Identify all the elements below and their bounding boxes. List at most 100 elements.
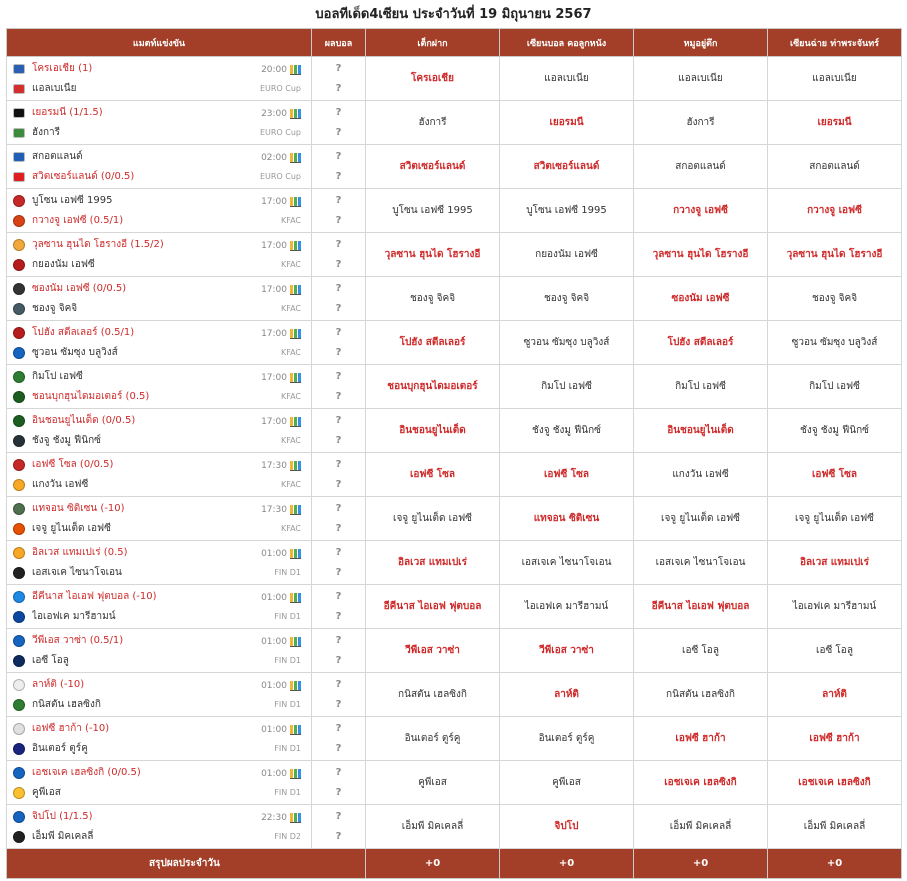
match-cell[interactable]: สกอตแลนด์ สวิตเซอร์แลนด์ (0/0.5) 02:00 E… [6, 144, 312, 189]
stats-chart-icon[interactable] [290, 549, 301, 559]
match-cell[interactable]: วุลซาน ฮุนได โฮรางอี (1.5/2) กยองนัม เอฟ… [6, 232, 312, 277]
match-cell[interactable]: อินชอนยูไนเต็ด (0/0.5) ชังจู ชังมู ฟีนิก… [6, 408, 312, 453]
stats-chart-icon[interactable] [290, 637, 301, 647]
away-team-name: กวางจู เอฟซี (0.5/1) [32, 215, 124, 226]
home-score: ? [335, 634, 342, 646]
match-cell[interactable]: ลาห์ติ (-10) กนิสตัน เฮลซิงกิ 01:00 FIN … [6, 672, 312, 717]
match-cell[interactable]: ซองนัม เอฟซี (0/0.5) ชองจู จิคจิ 17:00 K… [6, 276, 312, 321]
page-title: บอลทีเด็ด4เซียน ประจำวันที่ 19 มิถุนายน … [315, 7, 592, 22]
stats-chart-icon[interactable] [290, 725, 301, 735]
match-cell[interactable]: เยอรมนี (1/1.5) ฮังการี 23:00 EURO Cup [6, 100, 312, 145]
home-team-name: เอชเจเค เฮลซิงกิ (0/0.5) [32, 767, 141, 778]
away-team-name: กยองนัม เอฟซี [32, 259, 95, 270]
table-row[interactable]: เอฟซี โซล (0/0.5) แกงวัน เอฟซี 17:30 KFA… [6, 452, 902, 497]
stats-chart-icon[interactable] [290, 65, 301, 75]
stats-chart-icon[interactable] [290, 285, 301, 295]
tip-cell-4: ลาห์ติ [767, 672, 902, 717]
home-team-name: วุลซาน ฮุนได โฮรางอี (1.5/2) [32, 239, 164, 250]
home-score: ? [335, 326, 342, 338]
match-cell[interactable]: อีคีนาส ไอเอฟ ฟุตบอล (-10) ไอเอฟเค มารีฮ… [6, 584, 312, 629]
stats-chart-icon[interactable] [290, 461, 301, 471]
match-cell[interactable]: จิปโป (1/1.5) เอ็มพี มิคเคลลี่ 22:30 FIN… [6, 804, 312, 849]
match-cell[interactable]: เอฟซี ฮาก้า (-10) อินเตอร์ ตูร์คู 01:00 … [6, 716, 312, 761]
stats-chart-icon[interactable] [290, 241, 301, 251]
stats-chart-icon[interactable] [290, 373, 301, 383]
match-cell[interactable]: อิลเวส แทมเปเร่ (0.5) เอสเจเค ไซนาโจเอน … [6, 540, 312, 585]
match-meta: 23:00 EURO Cup [231, 105, 301, 141]
team-crest-icon [13, 766, 25, 779]
league-label: KFAC [280, 260, 301, 269]
table-row[interactable]: วุลซาน ฮุนได โฮรางอี (1.5/2) กยองนัม เอฟ… [6, 232, 902, 277]
table-row[interactable]: เอชเจเค เฮลซิงกิ (0/0.5) คูพีเอส 01:00 F… [6, 760, 902, 805]
tip-cell-4: เอ็มพี มิคเคลลี่ [767, 804, 902, 849]
stats-chart-icon[interactable] [290, 417, 301, 427]
home-score: ? [335, 678, 342, 690]
flag-icon [13, 83, 25, 94]
match-meta: 02:00 EURO Cup [231, 149, 301, 185]
stats-chart-icon[interactable] [290, 505, 301, 515]
home-team-name: วีพีเอส วาซ่า (0.5/1) [32, 635, 124, 646]
tip-cell-2: เอฟซี โซล [499, 452, 634, 497]
table-row[interactable]: จิปโป (1/1.5) เอ็มพี มิคเคลลี่ 22:30 FIN… [6, 804, 902, 849]
stats-chart-icon[interactable] [290, 681, 301, 691]
tip-cell-1: วีพีเอส วาซ่า [365, 628, 500, 673]
tip-cell-3: เจจู ยูไนเต็ด เอฟซี [633, 496, 768, 541]
tip-cell-3: ฮังการี [633, 100, 768, 145]
away-team-name: กนิสตัน เฮลซิงกิ [32, 699, 101, 710]
table-row[interactable]: แทจอน ซิติเซน (-10) เจจู ยูไนเต็ด เอฟซี … [6, 496, 902, 541]
table-row[interactable]: โปฮัง สตีลเลอร์ (0.5/1) ซูวอน ซัมซุง บลู… [6, 320, 902, 365]
tip-cell-3: เอซี โอลู [633, 628, 768, 673]
away-score: ? [335, 434, 342, 446]
home-team-name: อิลเวส แทมเปเร่ (0.5) [32, 547, 128, 558]
tip-cell-1: อิลเวส แทมเปเร่ [365, 540, 500, 585]
table-row[interactable]: บูโซน เอฟซี 1995 กวางจู เอฟซี (0.5/1) 17… [6, 188, 902, 233]
stats-chart-icon[interactable] [290, 109, 301, 119]
home-team-name: อีคีนาส ไอเอฟ ฟุตบอล (-10) [32, 591, 157, 602]
table-row[interactable]: อิลเวส แทมเปเร่ (0.5) เอสเจเค ไซนาโจเอน … [6, 540, 902, 585]
tip-cell-1: สวิตเซอร์แลนด์ [365, 144, 500, 189]
score-cell: ? ? [311, 452, 366, 497]
flag-icon [13, 151, 25, 162]
match-cell[interactable]: วีพีเอส วาซ่า (0.5/1) เอซี โอลู 01:00 FI… [6, 628, 312, 673]
stats-chart-icon[interactable] [290, 813, 301, 823]
table-row[interactable]: เยอรมนี (1/1.5) ฮังการี 23:00 EURO Cup ?… [6, 100, 902, 145]
table-row[interactable]: โครเอเชีย (1) แอลเบเนีย 20:00 EURO Cup ?… [6, 56, 902, 101]
match-meta: 01:00 FIN D1 [231, 633, 301, 669]
stats-chart-icon[interactable] [290, 329, 301, 339]
team-crest-icon [13, 698, 25, 711]
away-score: ? [335, 786, 342, 798]
match-cell[interactable]: เอชเจเค เฮลซิงกิ (0/0.5) คูพีเอส 01:00 F… [6, 760, 312, 805]
away-score: ? [335, 390, 342, 402]
stats-chart-icon[interactable] [290, 769, 301, 779]
away-score: ? [335, 170, 342, 182]
score-cell: ? ? [311, 100, 366, 145]
table-row[interactable]: ซองนัม เอฟซี (0/0.5) ชองจู จิคจิ 17:00 K… [6, 276, 902, 321]
stats-chart-icon[interactable] [290, 593, 301, 603]
team-crest-icon [13, 722, 25, 735]
tip-cell-1: โครเอเชีย [365, 56, 500, 101]
home-score: ? [335, 370, 342, 382]
table-row[interactable]: ลาห์ติ (-10) กนิสตัน เฮลซิงกิ 01:00 FIN … [6, 672, 902, 717]
table-row[interactable]: อีคีนาส ไอเอฟ ฟุตบอล (-10) ไอเอฟเค มารีฮ… [6, 584, 902, 629]
team-crest-icon [13, 502, 25, 515]
table-row[interactable]: กิมโป เอฟซี ชอนบุกฮุนไดมอเตอร์ (0.5) 17:… [6, 364, 902, 409]
league-label: FIN D1 [274, 568, 301, 577]
away-team-name: ซูวอน ซัมซุง บลูวิงส์ [32, 347, 118, 358]
table-row[interactable]: วีพีเอส วาซ่า (0.5/1) เอซี โอลู 01:00 FI… [6, 628, 902, 673]
stats-chart-icon[interactable] [290, 153, 301, 163]
flag-icon [13, 107, 25, 118]
stats-chart-icon[interactable] [290, 197, 301, 207]
table-row[interactable]: สกอตแลนด์ สวิตเซอร์แลนด์ (0/0.5) 02:00 E… [6, 144, 902, 189]
away-score: ? [335, 698, 342, 710]
table-row[interactable]: เอฟซี ฮาก้า (-10) อินเตอร์ ตูร์คู 01:00 … [6, 716, 902, 761]
score-cell: ? ? [311, 276, 366, 321]
match-cell[interactable]: โครเอเชีย (1) แอลเบเนีย 20:00 EURO Cup [6, 56, 312, 101]
match-cell[interactable]: โปฮัง สตีลเลอร์ (0.5/1) ซูวอน ซัมซุง บลู… [6, 320, 312, 365]
home-team-name: จิปโป (1/1.5) [32, 811, 93, 822]
match-meta: 01:00 FIN D1 [231, 589, 301, 625]
match-cell[interactable]: เอฟซี โซล (0/0.5) แกงวัน เอฟซี 17:30 KFA… [6, 452, 312, 497]
match-cell[interactable]: แทจอน ซิติเซน (-10) เจจู ยูไนเต็ด เอฟซี … [6, 496, 312, 541]
table-row[interactable]: อินชอนยูไนเต็ด (0/0.5) ชังจู ชังมู ฟีนิก… [6, 408, 902, 453]
match-cell[interactable]: กิมโป เอฟซี ชอนบุกฮุนไดมอเตอร์ (0.5) 17:… [6, 364, 312, 409]
match-cell[interactable]: บูโซน เอฟซี 1995 กวางจู เอฟซี (0.5/1) 17… [6, 188, 312, 233]
